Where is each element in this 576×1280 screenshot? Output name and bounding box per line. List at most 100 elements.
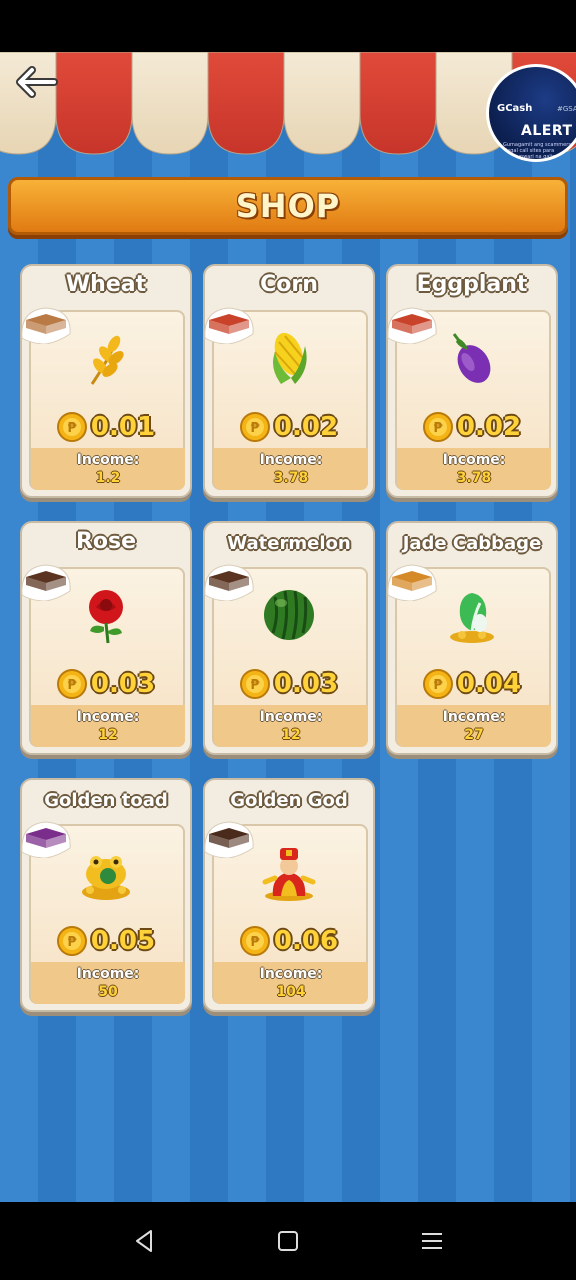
soil-plot-icon bbox=[387, 307, 437, 344]
golden-toad-icon bbox=[82, 856, 130, 900]
coin-icon: ₱ bbox=[239, 926, 270, 956]
income-label: Income: bbox=[76, 452, 140, 468]
income-value: 1.2 bbox=[95, 470, 121, 486]
item-price-value: 0.01 bbox=[90, 412, 156, 442]
item-name: Corn bbox=[260, 272, 318, 297]
item-name: Golden toad bbox=[44, 790, 168, 811]
item-price: ₱ 0.06 bbox=[205, 926, 373, 956]
shop-item-jade-cabbage[interactable]: Jade Cabbage ₱ 0.04 Income: 27 bbox=[386, 521, 558, 755]
shop-item-golden-toad[interactable]: Golden toad ₱ 0.05 Income: 50 bbox=[20, 778, 192, 1012]
nav-back-icon[interactable] bbox=[131, 1228, 157, 1254]
gcash-alert-ad[interactable]: GCash #GSAFE ALERT Gumagamit ang scammer… bbox=[486, 64, 576, 162]
income-value: 12 bbox=[281, 727, 301, 743]
item-price-value: 0.05 bbox=[90, 926, 156, 956]
wheat-icon bbox=[90, 335, 124, 385]
shop-item-rose[interactable]: Rose ₱ 0.03 Income: 12 bbox=[20, 521, 192, 755]
income-value: 3.78 bbox=[273, 470, 309, 486]
income-box: Income: 104 bbox=[214, 962, 368, 1004]
nav-menu-icon[interactable] bbox=[419, 1228, 445, 1254]
shop-item-wheat[interactable]: Wheat ₱ 0.01 Income: 1.2 bbox=[20, 264, 192, 498]
income-label: Income: bbox=[259, 452, 323, 468]
soil-plot-icon bbox=[21, 564, 71, 601]
item-name: Watermelon bbox=[227, 533, 351, 554]
awning-stripe bbox=[55, 52, 133, 155]
eggplant-icon bbox=[452, 333, 491, 383]
awning-stripe bbox=[283, 52, 361, 155]
item-price: ₱ 0.03 bbox=[205, 669, 373, 699]
item-price-value: 0.04 bbox=[456, 669, 522, 699]
awning-stripe bbox=[207, 52, 285, 155]
soil-plot-icon bbox=[204, 821, 254, 858]
item-price-value: 0.03 bbox=[90, 669, 156, 699]
income-label: Income: bbox=[259, 966, 323, 982]
soil-plot-icon bbox=[21, 821, 71, 858]
item-price: ₱ 0.02 bbox=[205, 412, 373, 442]
watermelon-icon bbox=[264, 590, 314, 640]
svg-text:₱: ₱ bbox=[67, 935, 77, 950]
income-box: Income: 12 bbox=[31, 705, 185, 747]
svg-text:₱: ₱ bbox=[250, 678, 260, 693]
coin-icon: ₱ bbox=[56, 412, 87, 442]
game-screen: GCash #GSAFE ALERT Gumagamit ang scammer… bbox=[0, 52, 576, 1202]
shop-item-eggplant[interactable]: Eggplant ₱ 0.02 Income: 3.78 bbox=[386, 264, 558, 498]
item-price: ₱ 0.05 bbox=[22, 926, 190, 956]
income-box: Income: 3.78 bbox=[214, 448, 368, 490]
item-price-value: 0.02 bbox=[456, 412, 522, 442]
awning-stripe bbox=[359, 52, 437, 155]
coin-icon: ₱ bbox=[56, 926, 87, 956]
income-value: 12 bbox=[98, 727, 118, 743]
rose-icon bbox=[89, 590, 123, 644]
income-value: 3.78 bbox=[456, 470, 492, 486]
coin-icon: ₱ bbox=[422, 669, 453, 699]
svg-text:₱: ₱ bbox=[67, 678, 77, 693]
svg-text:₱: ₱ bbox=[433, 678, 443, 693]
ad-brand: GCash bbox=[497, 103, 533, 114]
income-label: Income: bbox=[442, 452, 506, 468]
status-bar bbox=[0, 0, 576, 52]
income-box: Income: 12 bbox=[214, 705, 368, 747]
shop-item-watermelon[interactable]: Watermelon ₱ 0.03 Income: 12 bbox=[203, 521, 375, 755]
svg-text:₱: ₱ bbox=[433, 421, 443, 436]
coin-icon: ₱ bbox=[56, 669, 87, 699]
soil-plot-icon bbox=[21, 307, 71, 344]
corn-icon bbox=[273, 332, 307, 384]
income-value: 27 bbox=[464, 727, 484, 743]
coin-icon: ₱ bbox=[422, 412, 453, 442]
income-label: Income: bbox=[442, 709, 506, 725]
svg-text:₱: ₱ bbox=[250, 421, 260, 436]
soil-plot-icon bbox=[204, 307, 254, 344]
soil-plot-icon bbox=[204, 564, 254, 601]
nav-home-icon[interactable] bbox=[275, 1228, 301, 1254]
shop-item-golden-god[interactable]: Golden God ₱ 0.06 Income: 104 bbox=[203, 778, 375, 1012]
ad-tag: #GSAFE bbox=[557, 105, 576, 113]
income-label: Income: bbox=[259, 709, 323, 725]
income-box: Income: 27 bbox=[397, 705, 551, 747]
svg-text:₱: ₱ bbox=[250, 935, 260, 950]
svg-text:₱: ₱ bbox=[67, 421, 77, 436]
android-nav-bar bbox=[0, 1202, 576, 1280]
shop-item-corn[interactable]: Corn ₱ 0.02 Income: 3.78 bbox=[203, 264, 375, 498]
item-price: ₱ 0.01 bbox=[22, 412, 190, 442]
income-box: Income: 50 bbox=[31, 962, 185, 1004]
coin-icon: ₱ bbox=[239, 669, 270, 699]
item-price-value: 0.03 bbox=[273, 669, 339, 699]
income-value: 50 bbox=[98, 984, 118, 1000]
item-price-value: 0.06 bbox=[273, 926, 339, 956]
item-price-value: 0.02 bbox=[273, 412, 339, 442]
item-price: ₱ 0.03 bbox=[22, 669, 190, 699]
income-box: Income: 1.2 bbox=[31, 448, 185, 490]
coin-icon: ₱ bbox=[239, 412, 270, 442]
shop-title-banner: SHOP bbox=[8, 177, 568, 235]
item-name: Rose bbox=[75, 529, 137, 554]
soil-plot-icon bbox=[387, 564, 437, 601]
item-price: ₱ 0.04 bbox=[388, 669, 556, 699]
awning-stripe bbox=[131, 52, 209, 155]
item-name: Wheat bbox=[65, 272, 147, 297]
item-name: Jade Cabbage bbox=[402, 533, 542, 554]
item-name: Golden God bbox=[230, 790, 348, 811]
jade-cabbage-icon bbox=[450, 593, 494, 643]
income-label: Income: bbox=[76, 966, 140, 982]
back-arrow-icon[interactable] bbox=[10, 62, 60, 102]
ad-alert: ALERT bbox=[521, 123, 573, 139]
golden-god-icon bbox=[262, 848, 316, 901]
